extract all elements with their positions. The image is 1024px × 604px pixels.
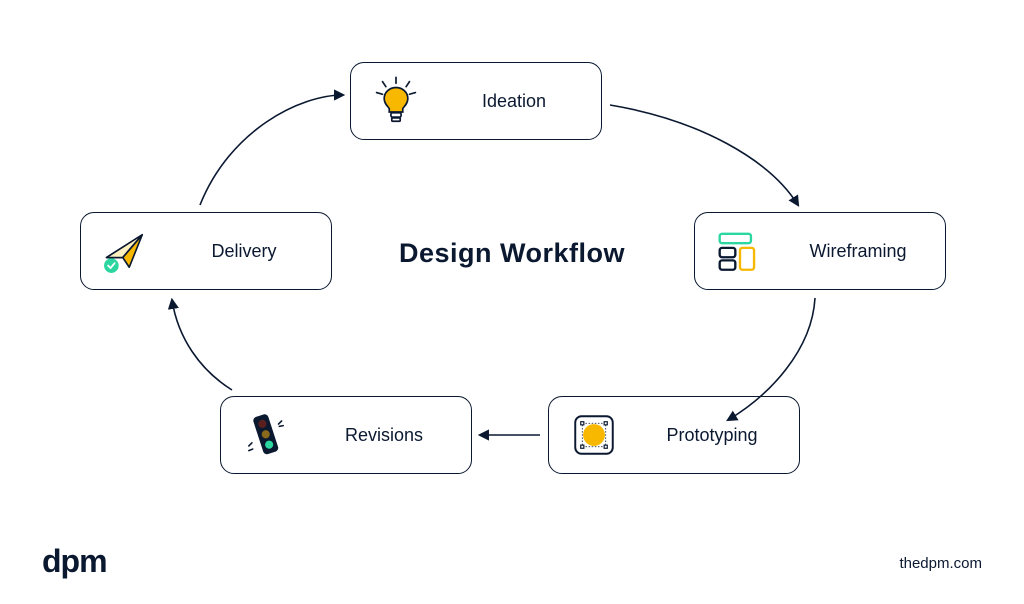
site-url: thedpm.com — [899, 555, 982, 572]
node-ideation: Ideation — [350, 62, 602, 140]
paper-plane-icon — [99, 224, 153, 278]
node-delivery: Delivery — [80, 212, 332, 290]
node-prototyping: Prototyping — [548, 396, 800, 474]
node-label: Revisions — [315, 425, 453, 446]
logo-text: dpm — [42, 543, 107, 580]
lightbulb-icon — [369, 74, 423, 128]
node-label: Delivery — [175, 241, 313, 262]
wireframe-icon — [713, 224, 767, 278]
prototype-icon — [567, 408, 621, 462]
node-label: Wireframing — [789, 241, 927, 262]
node-label: Ideation — [445, 91, 583, 112]
node-wireframing: Wireframing — [694, 212, 946, 290]
node-label: Prototyping — [643, 425, 781, 446]
diagram-canvas: Design Workflow Ideation — [0, 0, 1024, 604]
node-revisions: Revisions — [220, 396, 472, 474]
traffic-light-icon — [239, 408, 293, 462]
diagram-title: Design Workflow — [399, 238, 625, 269]
